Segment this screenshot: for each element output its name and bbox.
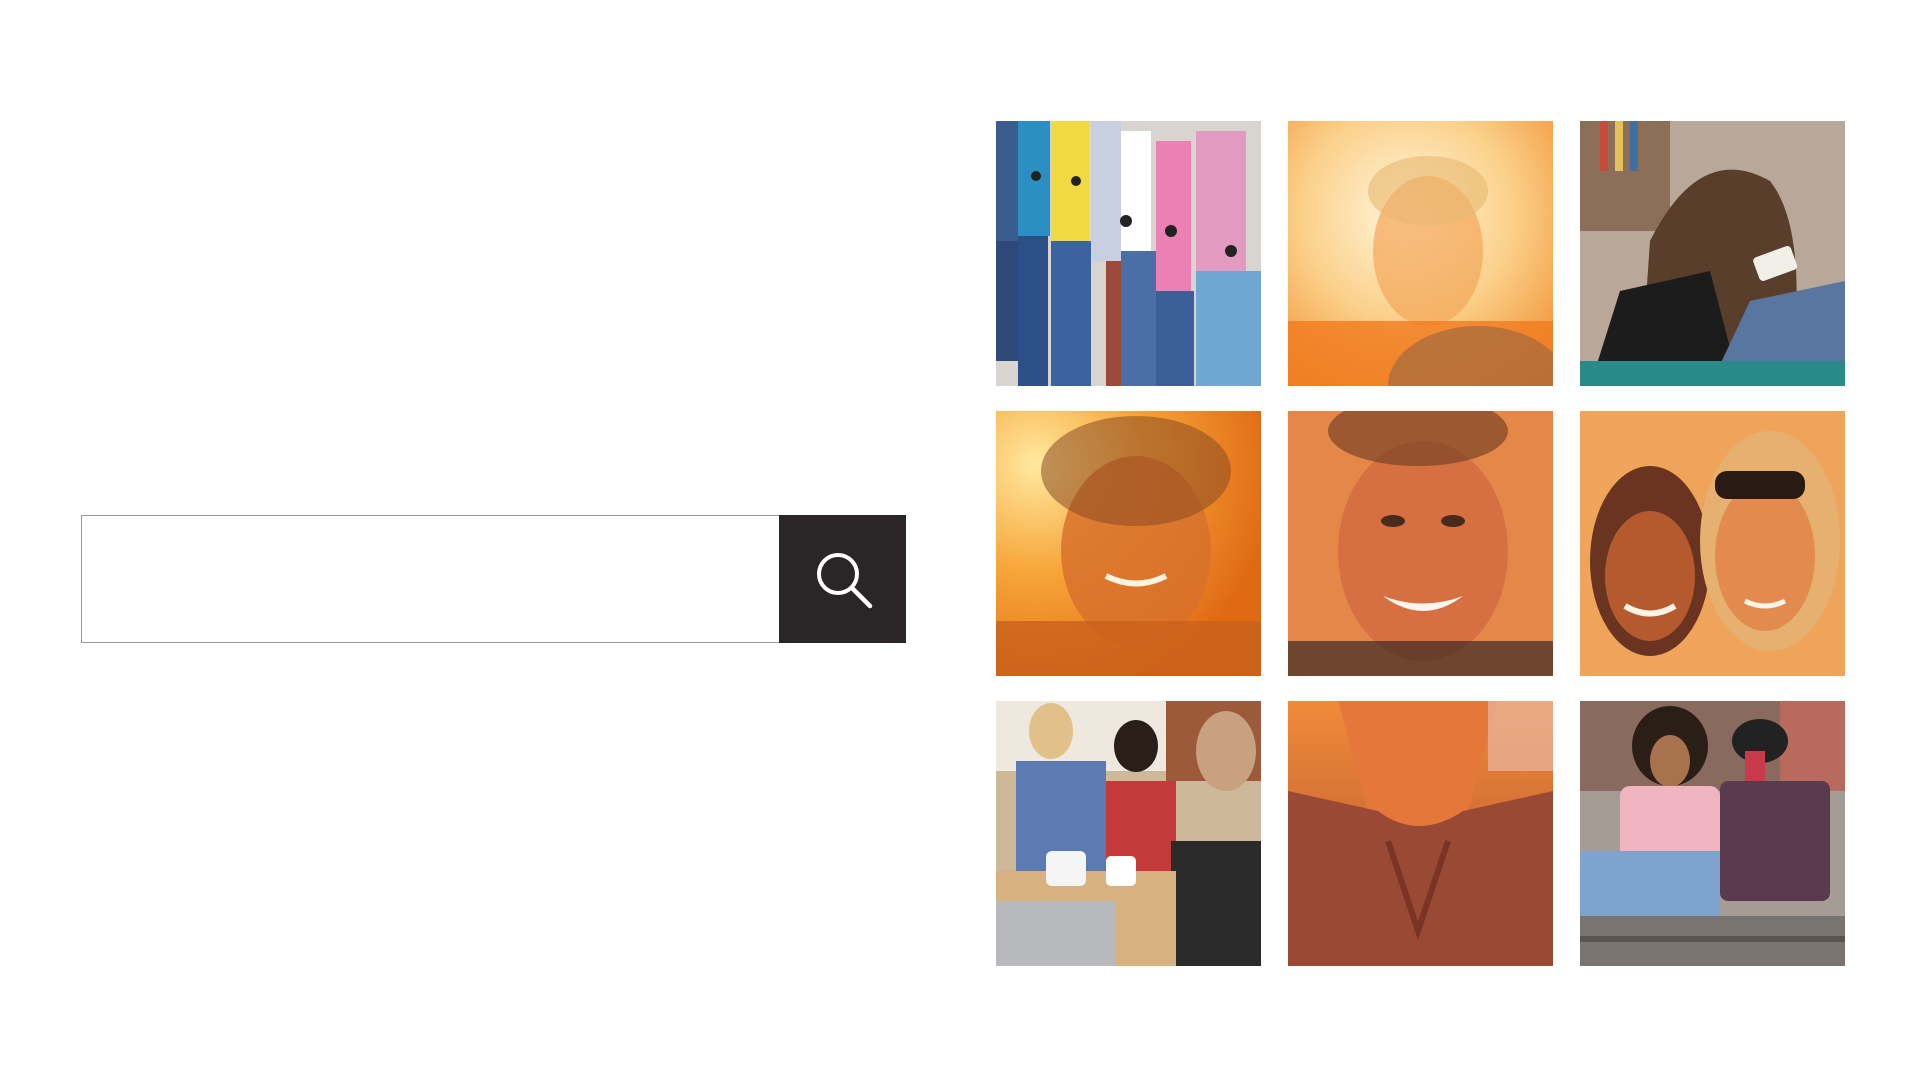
search-input[interactable] [81, 515, 779, 643]
photo-grid [996, 121, 1845, 966]
photo-two-girls-on-steps [1580, 701, 1845, 966]
search-bar [81, 515, 906, 643]
photo-girl-with-phone [1580, 121, 1845, 386]
photo-man-close-up [1288, 701, 1553, 966]
photo-two-women-selfie [1580, 411, 1845, 676]
photo-family-at-table [996, 701, 1261, 966]
search-button[interactable] [779, 515, 906, 643]
search-icon [816, 553, 872, 609]
photo-teens-with-phones [996, 121, 1261, 386]
photo-smiling-man-selfie [1288, 411, 1553, 676]
photo-smiling-man-sun-flare [996, 411, 1261, 676]
photo-sunlit-selfie-man [1288, 121, 1553, 386]
